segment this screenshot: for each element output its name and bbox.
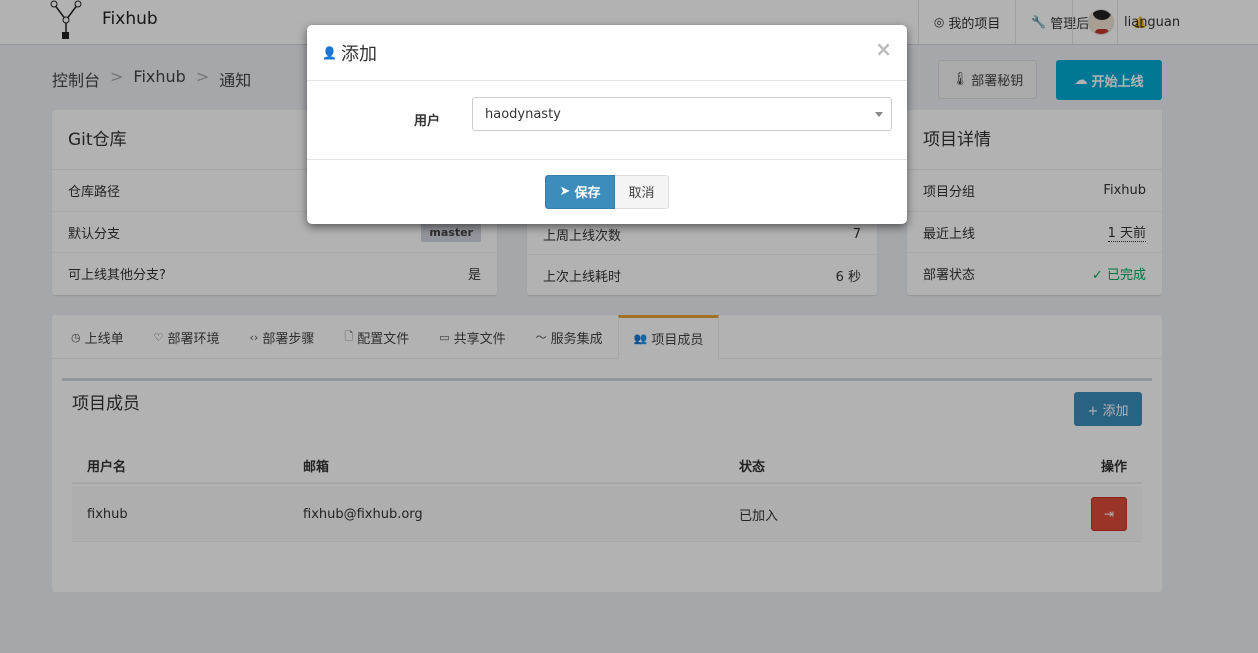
save-button[interactable]: ➤ 保存 bbox=[545, 174, 615, 209]
modal-header: 👤 添加 bbox=[307, 25, 907, 81]
modal-body: 用户 haodynasty bbox=[307, 81, 907, 160]
modal-footer: ➤ 保存 取消 bbox=[307, 160, 907, 223]
chevron-down-icon bbox=[875, 112, 883, 117]
user-icon: 👤 bbox=[322, 45, 337, 60]
user-select[interactable]: haodynasty bbox=[472, 97, 892, 131]
user-field-label: 用户 bbox=[414, 114, 441, 129]
add-member-modal: 👤 添加 × 用户 haodynasty ➤ 保存 取消 bbox=[307, 25, 907, 224]
send-icon: ➤ bbox=[559, 184, 571, 199]
button-label: 保存 bbox=[574, 186, 601, 201]
cancel-button[interactable]: 取消 bbox=[615, 174, 669, 209]
modal-title: 添加 bbox=[340, 43, 377, 65]
selected-user: haodynasty bbox=[485, 106, 561, 122]
close-icon[interactable]: × bbox=[875, 37, 892, 61]
